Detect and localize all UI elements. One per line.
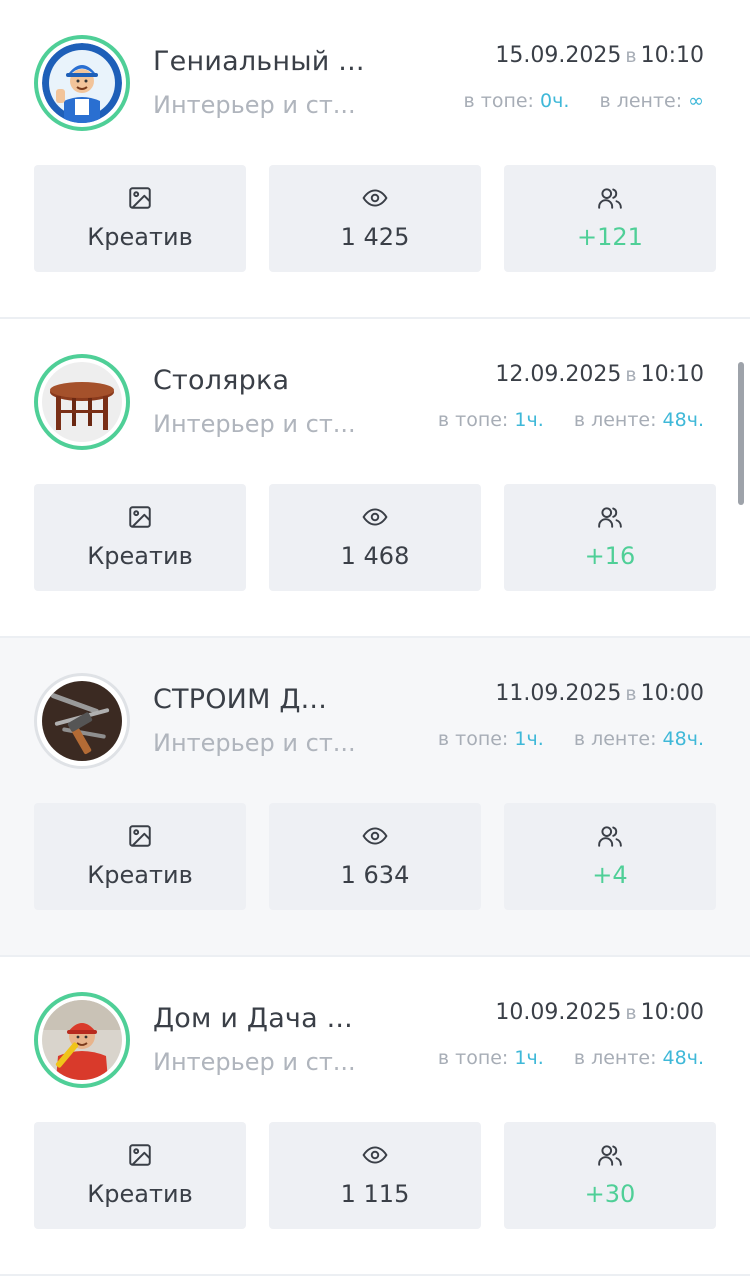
channel-avatar[interactable] — [34, 673, 130, 769]
date-value: 10.09.2025 — [495, 1000, 622, 1025]
placement-stats: в топе: 1ч. в ленте: 48ч. — [438, 409, 704, 431]
top-label: в топе: — [437, 1047, 509, 1069]
top-value: 1ч. — [514, 1047, 544, 1069]
subscribers-stat: +16 — [504, 484, 716, 591]
top-label: в топе: — [463, 90, 534, 112]
feed-value: ∞ — [688, 90, 704, 112]
tools-avatar — [42, 681, 122, 761]
handyman-avatar — [42, 43, 122, 123]
views-stat: 1 468 — [269, 484, 481, 591]
time-value: 10:10 — [640, 43, 704, 68]
wooden-table-avatar — [42, 362, 122, 442]
subscribers-count: +30 — [584, 1180, 636, 1208]
feed-label: в ленте: — [573, 728, 657, 750]
creative-button[interactable]: Креатив — [34, 803, 246, 910]
views-stat: 1 425 — [269, 165, 481, 272]
creative-label: Креатив — [87, 1180, 193, 1208]
image-icon — [129, 506, 151, 528]
channel-name[interactable]: Дом и Дача ... — [153, 1003, 353, 1034]
eye-icon — [362, 1146, 388, 1164]
views-stat: 1 634 — [269, 803, 481, 910]
creative-label: Креатив — [87, 223, 193, 251]
date-separator: в — [625, 45, 637, 67]
date-separator: в — [625, 364, 637, 386]
placement-stats: в топе: 0ч. в ленте: ∞ — [464, 90, 704, 112]
placement-stats: в топе: 1ч. в ленте: 48ч. — [438, 728, 704, 750]
views-count: 1 634 — [340, 861, 410, 889]
top-value: 1ч. — [514, 409, 544, 431]
feed-label: в ленте: — [599, 90, 683, 112]
users-icon — [598, 507, 622, 528]
date-value: 12.09.2025 — [495, 362, 622, 387]
post-card[interactable]: Гениальный ... Интерьер и ст... 15.09.20… — [0, 0, 750, 319]
post-card[interactable]: Столярка Интерьер и ст... 12.09.2025 в 10:… — [0, 319, 750, 638]
scrollbar-thumb[interactable] — [738, 362, 744, 505]
date-value: 15.09.2025 — [495, 43, 622, 68]
subscribers-stat: +30 — [504, 1122, 716, 1229]
date-separator: в — [625, 1002, 637, 1024]
top-value: 0ч. — [540, 90, 570, 112]
post-card[interactable]: СТРОИМ Д... Интерьер и ст... 11.09.2025 в… — [0, 638, 750, 957]
feed-label: в ленте: — [573, 1047, 657, 1069]
users-icon — [598, 188, 622, 209]
image-icon — [129, 825, 151, 847]
channel-avatar[interactable] — [34, 354, 130, 450]
creative-button[interactable]: Креатив — [34, 484, 246, 591]
subscribers-stat: +4 — [504, 803, 716, 910]
subscribers-count: +4 — [592, 861, 628, 889]
eye-icon — [362, 827, 388, 845]
channel-name[interactable]: СТРОИМ Д... — [153, 684, 327, 715]
post-card[interactable]: Дом и Дача ... Интерьер и ст... 10.09.20… — [0, 957, 750, 1276]
feed-label: в ленте: — [573, 409, 657, 431]
feed-value: 48ч. — [662, 409, 704, 431]
channel-name[interactable]: Столярка — [153, 365, 289, 396]
feed-value: 48ч. — [662, 1047, 704, 1069]
eye-icon — [362, 508, 388, 526]
eye-icon — [362, 189, 388, 207]
views-count: 1 468 — [340, 542, 410, 570]
image-icon — [129, 187, 151, 209]
channel-avatar[interactable] — [34, 992, 130, 1088]
creative-button[interactable]: Креатив — [34, 1122, 246, 1229]
post-date: 15.09.2025 в 10:10 — [495, 43, 704, 68]
top-value: 1ч. — [514, 728, 544, 750]
views-count: 1 425 — [340, 223, 410, 251]
time-value: 10:10 — [640, 362, 704, 387]
channel-name[interactable]: Гениальный ... — [153, 46, 365, 77]
placement-stats: в топе: 1ч. в ленте: 48ч. — [438, 1047, 704, 1069]
creative-button[interactable]: Креатив — [34, 165, 246, 272]
image-icon — [129, 1144, 151, 1166]
views-count: 1 115 — [340, 1180, 410, 1208]
post-date: 12.09.2025 в 10:10 — [495, 362, 704, 387]
date-separator: в — [625, 683, 637, 705]
time-value: 10:00 — [640, 1000, 704, 1025]
channel-avatar[interactable] — [34, 35, 130, 131]
builder-avatar — [42, 1000, 122, 1080]
views-stat: 1 115 — [269, 1122, 481, 1229]
subscribers-count: +121 — [577, 223, 643, 251]
subscribers-stat: +121 — [504, 165, 716, 272]
post-date: 11.09.2025 в 10:00 — [495, 681, 704, 706]
time-value: 10:00 — [640, 681, 704, 706]
creative-label: Креатив — [87, 861, 193, 889]
top-label: в топе: — [437, 409, 509, 431]
subscribers-count: +16 — [584, 542, 636, 570]
users-icon — [598, 1145, 622, 1166]
post-date: 10.09.2025 в 10:00 — [495, 1000, 704, 1025]
date-value: 11.09.2025 — [495, 681, 622, 706]
channel-category: Интерьер и ст... — [153, 729, 356, 757]
feed-value: 48ч. — [662, 728, 704, 750]
creative-label: Креатив — [87, 542, 193, 570]
channel-category: Интерьер и ст... — [153, 410, 356, 438]
channel-category: Интерьер и ст... — [153, 91, 356, 119]
channel-category: Интерьер и ст... — [153, 1048, 356, 1076]
users-icon — [598, 826, 622, 847]
top-label: в топе: — [437, 728, 509, 750]
